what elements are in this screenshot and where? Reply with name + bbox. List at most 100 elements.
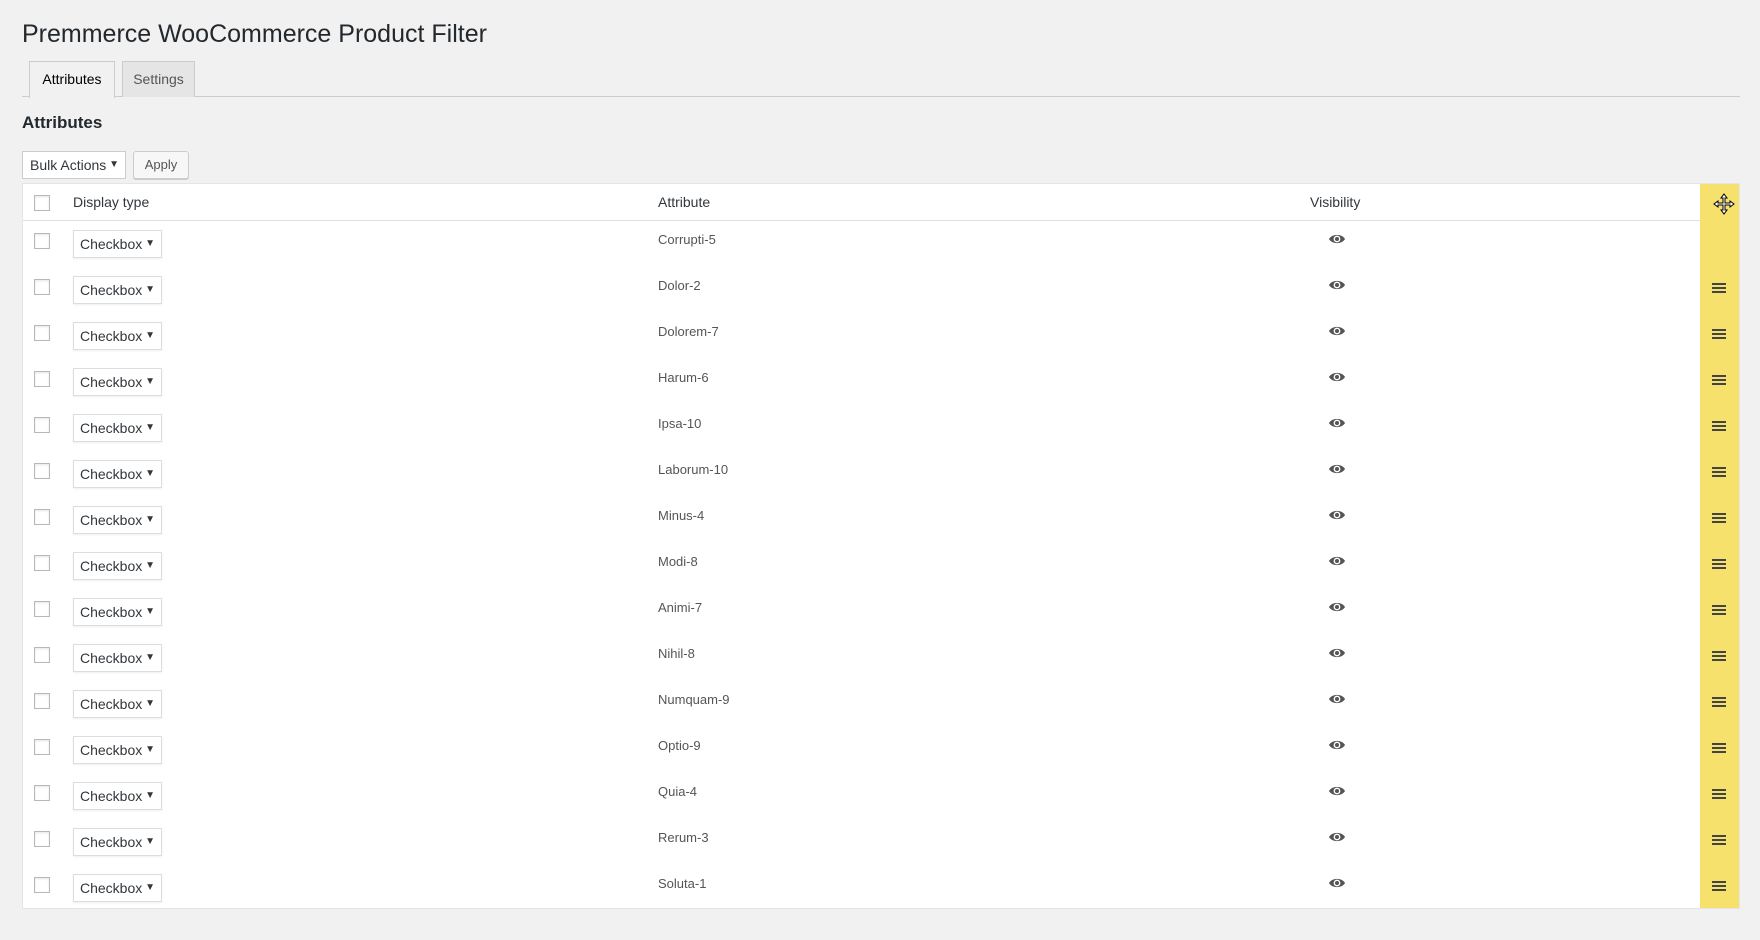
drag-handle-icon[interactable]: [1710, 281, 1728, 295]
eye-icon[interactable]: [1328, 508, 1346, 522]
move-cursor-icon: [1713, 193, 1735, 215]
eye-icon[interactable]: [1328, 876, 1346, 890]
display-type-select[interactable]: Checkbox ▼: [73, 230, 162, 258]
tab-settings[interactable]: Settings: [122, 61, 195, 97]
attribute-name: Animi-7: [658, 600, 703, 615]
drag-handle-icon[interactable]: [1710, 557, 1728, 571]
bulk-actions-select[interactable]: Bulk Actions ▼: [22, 151, 126, 179]
table-row: Checkbox ▼ Nihil-8: [23, 635, 1701, 681]
display-type-value: Checkbox: [80, 466, 143, 482]
table-row: Checkbox ▼ Optio-9: [23, 727, 1701, 773]
row-checkbox[interactable]: [34, 509, 50, 525]
attribute-name: Dolor-2: [658, 278, 701, 293]
row-checkbox[interactable]: [34, 601, 50, 617]
select-all-checkbox[interactable]: [34, 195, 50, 211]
row-checkbox[interactable]: [34, 417, 50, 433]
column-header-display-type: Display type: [73, 194, 150, 210]
section-title: Attributes: [22, 113, 103, 132]
eye-icon[interactable]: [1328, 738, 1346, 752]
display-type-value: Checkbox: [80, 650, 143, 666]
display-type-select[interactable]: Checkbox ▼: [73, 276, 162, 304]
display-type-select[interactable]: Checkbox ▼: [73, 368, 162, 396]
table-row: Checkbox ▼ Ipsa-10: [23, 405, 1701, 451]
drag-handle-icon[interactable]: [1710, 741, 1728, 755]
row-checkbox[interactable]: [34, 279, 50, 295]
display-type-select[interactable]: Checkbox ▼: [73, 414, 162, 442]
eye-icon[interactable]: [1328, 646, 1346, 660]
display-type-select[interactable]: Checkbox ▼: [73, 828, 162, 856]
drag-handle-icon[interactable]: [1710, 833, 1728, 847]
eye-icon[interactable]: [1328, 830, 1346, 844]
display-type-select[interactable]: Checkbox ▼: [73, 644, 162, 672]
row-checkbox[interactable]: [34, 877, 50, 893]
caret-down-icon: ▼: [145, 330, 155, 341]
row-checkbox[interactable]: [34, 739, 50, 755]
display-type-select[interactable]: Checkbox ▼: [73, 736, 162, 764]
table-row: Checkbox ▼ Corrupti-5: [23, 221, 1701, 267]
column-header-attribute: Attribute: [658, 194, 711, 210]
drag-handle-icon[interactable]: [1710, 419, 1728, 433]
eye-icon[interactable]: [1328, 324, 1346, 338]
row-checkbox[interactable]: [34, 463, 50, 479]
display-type-select[interactable]: Checkbox ▼: [73, 460, 162, 488]
attribute-name: Corrupti-5: [658, 232, 716, 247]
tab-attributes[interactable]: Attributes: [29, 61, 115, 98]
display-type-select[interactable]: Checkbox ▼: [73, 874, 162, 902]
display-type-select[interactable]: Checkbox ▼: [73, 552, 162, 580]
eye-icon[interactable]: [1328, 554, 1346, 568]
row-checkbox[interactable]: [34, 555, 50, 571]
drag-handle-icon[interactable]: [1710, 649, 1728, 663]
attribute-name: Optio-9: [658, 738, 701, 753]
row-checkbox[interactable]: [34, 693, 50, 709]
eye-icon[interactable]: [1328, 462, 1346, 476]
display-type-value: Checkbox: [80, 834, 143, 850]
caret-down-icon: ▼: [145, 606, 155, 617]
display-type-select[interactable]: Checkbox ▼: [73, 690, 162, 718]
eye-icon[interactable]: [1328, 784, 1346, 798]
display-type-select[interactable]: Checkbox ▼: [73, 782, 162, 810]
caret-down-icon: ▼: [145, 698, 155, 709]
row-checkbox[interactable]: [34, 325, 50, 341]
table-row: Checkbox ▼ Harum-6: [23, 359, 1701, 405]
display-type-select[interactable]: Checkbox ▼: [73, 598, 162, 626]
display-type-value: Checkbox: [80, 742, 143, 758]
caret-down-icon: ▼: [145, 468, 155, 479]
table-body: Checkbox ▼ Corrupti-5 Checkbox ▼ Dolor-2 Check…: [23, 221, 1701, 911]
drag-handle-icon[interactable]: [1710, 373, 1728, 387]
eye-icon[interactable]: [1328, 692, 1346, 706]
eye-icon[interactable]: [1328, 232, 1346, 246]
eye-icon[interactable]: [1328, 416, 1346, 430]
caret-down-icon: ▼: [145, 560, 155, 571]
drag-handle-column: [1700, 184, 1739, 908]
drag-handle-icon[interactable]: [1710, 695, 1728, 709]
drag-handle-icon[interactable]: [1710, 465, 1728, 479]
eye-icon[interactable]: [1328, 278, 1346, 292]
row-checkbox[interactable]: [34, 831, 50, 847]
caret-down-icon: ▼: [145, 238, 155, 249]
drag-handle-icon[interactable]: [1710, 511, 1728, 525]
page-title: Premmerce WooCommerce Product Filter: [22, 20, 487, 48]
bulk-actions-value: Bulk Actions: [30, 157, 107, 173]
display-type-value: Checkbox: [80, 328, 143, 344]
caret-down-icon: ▼: [145, 284, 155, 295]
table-row: Checkbox ▼ Rerum-3: [23, 819, 1701, 865]
row-checkbox[interactable]: [34, 647, 50, 663]
row-checkbox[interactable]: [34, 371, 50, 387]
row-checkbox[interactable]: [34, 233, 50, 249]
drag-handle-icon[interactable]: [1710, 327, 1728, 341]
display-type-select[interactable]: Checkbox ▼: [73, 322, 162, 350]
drag-handle-icon[interactable]: [1710, 787, 1728, 801]
row-checkbox[interactable]: [34, 785, 50, 801]
apply-button[interactable]: Apply: [133, 151, 189, 179]
drag-handle-icon[interactable]: [1710, 603, 1728, 617]
table-header: Display type Attribute Visibility: [23, 184, 1701, 221]
display-type-value: Checkbox: [80, 420, 143, 436]
attribute-name: Dolorem-7: [658, 324, 719, 339]
column-header-visibility: Visibility: [1310, 194, 1361, 210]
attribute-name: Nihil-8: [658, 646, 695, 661]
eye-icon[interactable]: [1328, 600, 1346, 614]
eye-icon[interactable]: [1328, 370, 1346, 384]
display-type-select[interactable]: Checkbox ▼: [73, 506, 162, 534]
drag-handle-icon[interactable]: [1710, 879, 1728, 893]
display-type-value: Checkbox: [80, 282, 143, 298]
